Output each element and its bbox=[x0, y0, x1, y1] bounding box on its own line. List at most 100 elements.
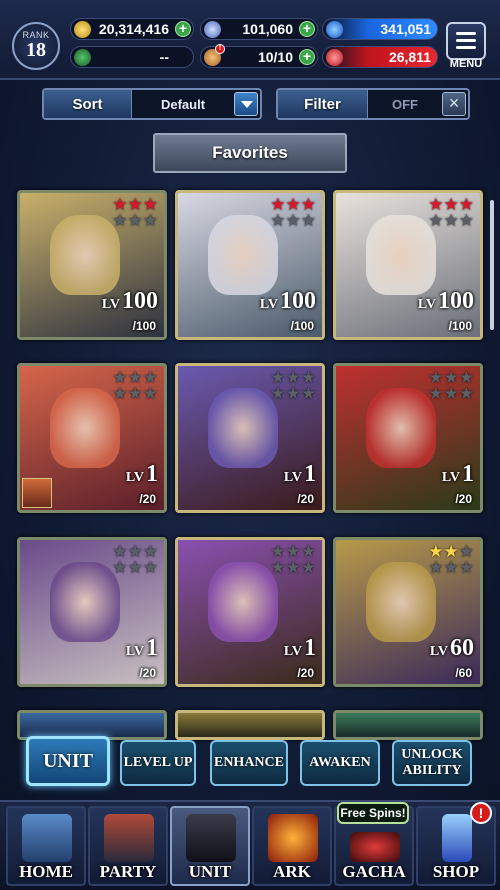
nav-party-label: PARTY bbox=[99, 862, 157, 881]
add-gold-button[interactable]: + bbox=[175, 21, 191, 37]
star-icon: ★ bbox=[428, 384, 444, 403]
nav-home-label: HOME bbox=[19, 862, 73, 881]
star-icon: ★ bbox=[112, 211, 128, 230]
orb-counter: 341,051 bbox=[322, 18, 438, 40]
star-icon: ★ bbox=[270, 384, 286, 403]
red-value: 26,811 bbox=[388, 49, 431, 65]
chevron-down-icon[interactable] bbox=[234, 92, 258, 116]
unit-card[interactable]: ★ ★ ★ ★ ★ ★ LV 100/100 bbox=[333, 190, 483, 340]
level-value: 1 bbox=[146, 461, 158, 487]
nav-unit[interactable]: UNIT bbox=[170, 806, 250, 886]
level-label: LV bbox=[259, 297, 278, 312]
unit-card[interactable]: ★ ★ ★ ★ ★ ★ LV 1/20 bbox=[175, 537, 325, 687]
star-icon: ★ bbox=[443, 384, 459, 403]
shop-alert-badge: ! bbox=[470, 802, 492, 824]
star-icon: ★ bbox=[443, 211, 459, 230]
rarity-stars: ★ ★ ★ ★ ★ ★ bbox=[264, 196, 316, 230]
crystal-icon bbox=[204, 21, 221, 38]
star-icon: ★ bbox=[285, 384, 301, 403]
enhance-button[interactable]: ENHANCE bbox=[210, 740, 288, 786]
gacha-icon bbox=[350, 832, 400, 862]
star-icon: ★ bbox=[300, 558, 316, 577]
rarity-stars: ★ ★ ★ ★ ★ ★ bbox=[106, 543, 158, 577]
nav-ark-label: ARK bbox=[273, 862, 311, 881]
filter-label[interactable]: Filter bbox=[278, 90, 368, 118]
hamburger-icon bbox=[456, 32, 476, 35]
level-value: 100 bbox=[438, 288, 474, 314]
level-label: LV bbox=[417, 297, 436, 312]
star-icon: ★ bbox=[142, 211, 158, 230]
rarity-stars: ★ ★ ★ ★ ★ ★ bbox=[106, 369, 158, 403]
filter-control: Filter OFF × bbox=[276, 88, 470, 120]
nav-home[interactable]: HOME bbox=[6, 806, 86, 886]
scrollbar[interactable] bbox=[490, 200, 494, 330]
menu-label: MENU bbox=[449, 58, 483, 70]
unit-card[interactable]: ★ ★ ★ ★ ★ ★ LV 100/100 bbox=[17, 190, 167, 340]
unit-level: LV 100 bbox=[260, 288, 316, 315]
bottom-nav: HOME PARTY UNIT ARK GACHA SHOP bbox=[0, 800, 500, 890]
free-spins-badge[interactable]: Free Spins! bbox=[337, 802, 409, 824]
unit-level: LV 1 bbox=[126, 461, 158, 488]
star-icon: ★ bbox=[458, 384, 474, 403]
orb-value: 341,051 bbox=[380, 21, 431, 37]
star-icon: ★ bbox=[428, 558, 444, 577]
star-icon: ★ bbox=[142, 558, 158, 577]
star-icon: ★ bbox=[285, 211, 301, 230]
crystal-value: 101,060 bbox=[242, 21, 293, 37]
sword-value: -- bbox=[159, 49, 169, 65]
nav-ark[interactable]: ARK bbox=[252, 806, 332, 886]
star-icon: ★ bbox=[127, 558, 143, 577]
level-value: 1 bbox=[304, 635, 316, 661]
level-value: 1 bbox=[304, 461, 316, 487]
add-crystal-button[interactable]: + bbox=[299, 21, 315, 37]
max-level: /100 bbox=[290, 319, 314, 333]
rarity-stars: ★ ★ ★ ★ ★ ★ bbox=[264, 369, 316, 403]
rarity-stars: ★ ★ ★ ★ ★ ★ bbox=[106, 196, 158, 230]
level-label: LV bbox=[283, 470, 302, 485]
unit-level: LV 1 bbox=[126, 635, 158, 662]
level-value: 60 bbox=[450, 635, 474, 661]
unit-card[interactable]: ★ ★ ★ ★ ★ ★ LV 1/20 bbox=[17, 363, 167, 513]
menu-button[interactable] bbox=[446, 22, 486, 60]
unit-card[interactable]: ★ ★ ★ ★ ★ ★ LV 1/20 bbox=[333, 363, 483, 513]
max-level: /20 bbox=[297, 666, 314, 680]
level-value: 1 bbox=[146, 635, 158, 661]
sword-counter: -- bbox=[70, 46, 194, 68]
home-icon bbox=[22, 814, 72, 862]
unit-icon bbox=[186, 814, 236, 862]
star-icon: ★ bbox=[270, 558, 286, 577]
unit-level: LV 1 bbox=[284, 461, 316, 488]
party-icon bbox=[104, 814, 154, 862]
unit-card[interactable]: ★ ★ ★ ★ ★ ★ LV 100/100 bbox=[175, 190, 325, 340]
level-up-button[interactable]: LEVEL UP bbox=[120, 740, 196, 786]
unlock-ability-button[interactable]: UNLOCK ABILITY bbox=[392, 740, 472, 786]
awaken-button[interactable]: AWAKEN bbox=[300, 740, 380, 786]
level-label: LV bbox=[441, 470, 460, 485]
level-label: LV bbox=[283, 644, 302, 659]
unit-level: LV 1 bbox=[284, 635, 316, 662]
crystal-counter: 101,060 + bbox=[200, 18, 318, 40]
unit-card[interactable]: ★ ★ ★ ★ ★ ★ LV 1/20 bbox=[175, 363, 325, 513]
star-icon: ★ bbox=[127, 211, 143, 230]
max-level: /60 bbox=[455, 666, 472, 680]
star-icon: ★ bbox=[142, 384, 158, 403]
nav-party[interactable]: PARTY bbox=[88, 806, 168, 886]
rarity-stars: ★ ★ ★ ★ ★ ★ bbox=[422, 369, 474, 403]
sort-value[interactable]: Default bbox=[132, 97, 234, 112]
max-level: /20 bbox=[455, 492, 472, 506]
star-icon: ★ bbox=[458, 211, 474, 230]
unit-card[interactable]: ★ ★ ★ ★ ★ ★ LV 60/60 bbox=[333, 537, 483, 687]
unit-level: LV 100 bbox=[102, 288, 158, 315]
unit-tab-button[interactable]: UNIT bbox=[26, 736, 110, 786]
sort-label[interactable]: Sort bbox=[44, 90, 132, 118]
add-energy-button[interactable]: + bbox=[299, 49, 315, 65]
level-value: 100 bbox=[280, 288, 316, 314]
unit-card[interactable]: ★ ★ ★ ★ ★ ★ LV 1/20 bbox=[17, 537, 167, 687]
energy-value: 10/10 bbox=[257, 49, 293, 65]
gold-coin-icon bbox=[74, 21, 91, 38]
nav-shop-label: SHOP bbox=[432, 862, 480, 881]
close-icon[interactable]: × bbox=[442, 92, 466, 116]
unit-action-bar: UNIT LEVEL UP ENHANCE AWAKEN UNLOCK ABIL… bbox=[0, 730, 500, 794]
star-icon: ★ bbox=[458, 558, 474, 577]
favorites-button[interactable]: Favorites bbox=[153, 133, 347, 173]
